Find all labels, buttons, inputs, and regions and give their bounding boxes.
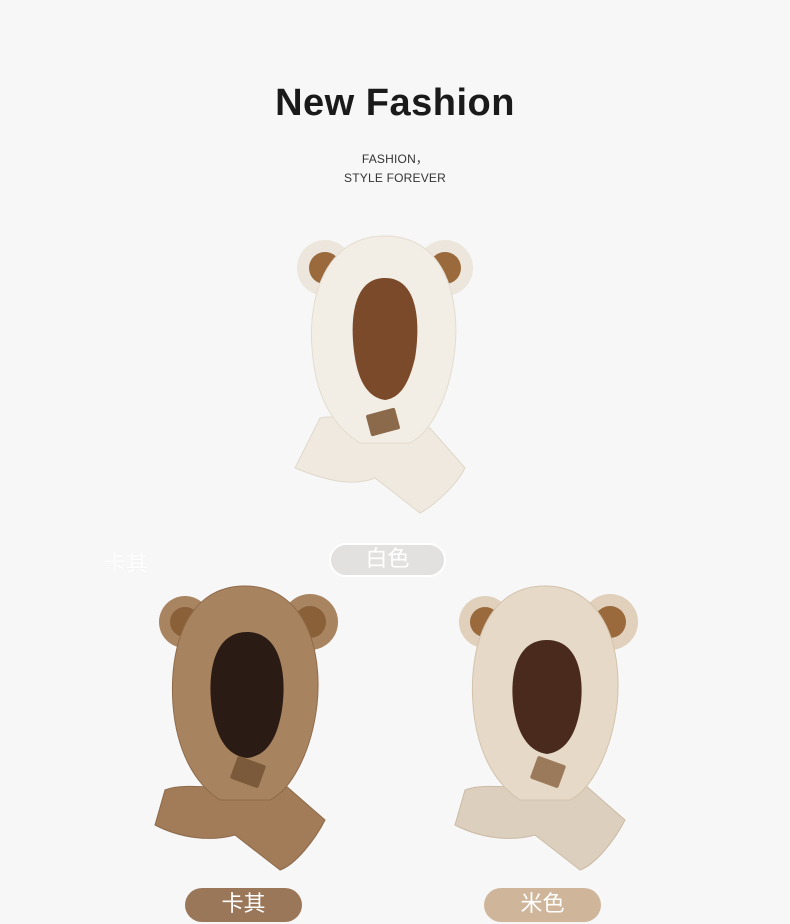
product-image-beige[interactable] (445, 580, 645, 880)
bear-scarf-beige-illustration (454, 585, 638, 871)
color-option-khaki[interactable]: 卡其 (185, 888, 302, 922)
subtitle-line-2: STYLE FOREVER (344, 171, 446, 185)
product-image-white[interactable] (280, 228, 490, 523)
color-option-beige[interactable]: 米色 (484, 888, 601, 922)
subtitle-line-1: FASHION， (361, 152, 429, 166)
product-image-khaki[interactable] (145, 580, 345, 880)
bear-scarf-white-illustration (294, 235, 473, 514)
color-option-white[interactable]: 白色 (329, 543, 446, 577)
watermark-label: 卡其 (104, 552, 149, 577)
bear-scarf-khaki-illustration (154, 585, 338, 871)
page-title: New Fashion (275, 82, 515, 124)
